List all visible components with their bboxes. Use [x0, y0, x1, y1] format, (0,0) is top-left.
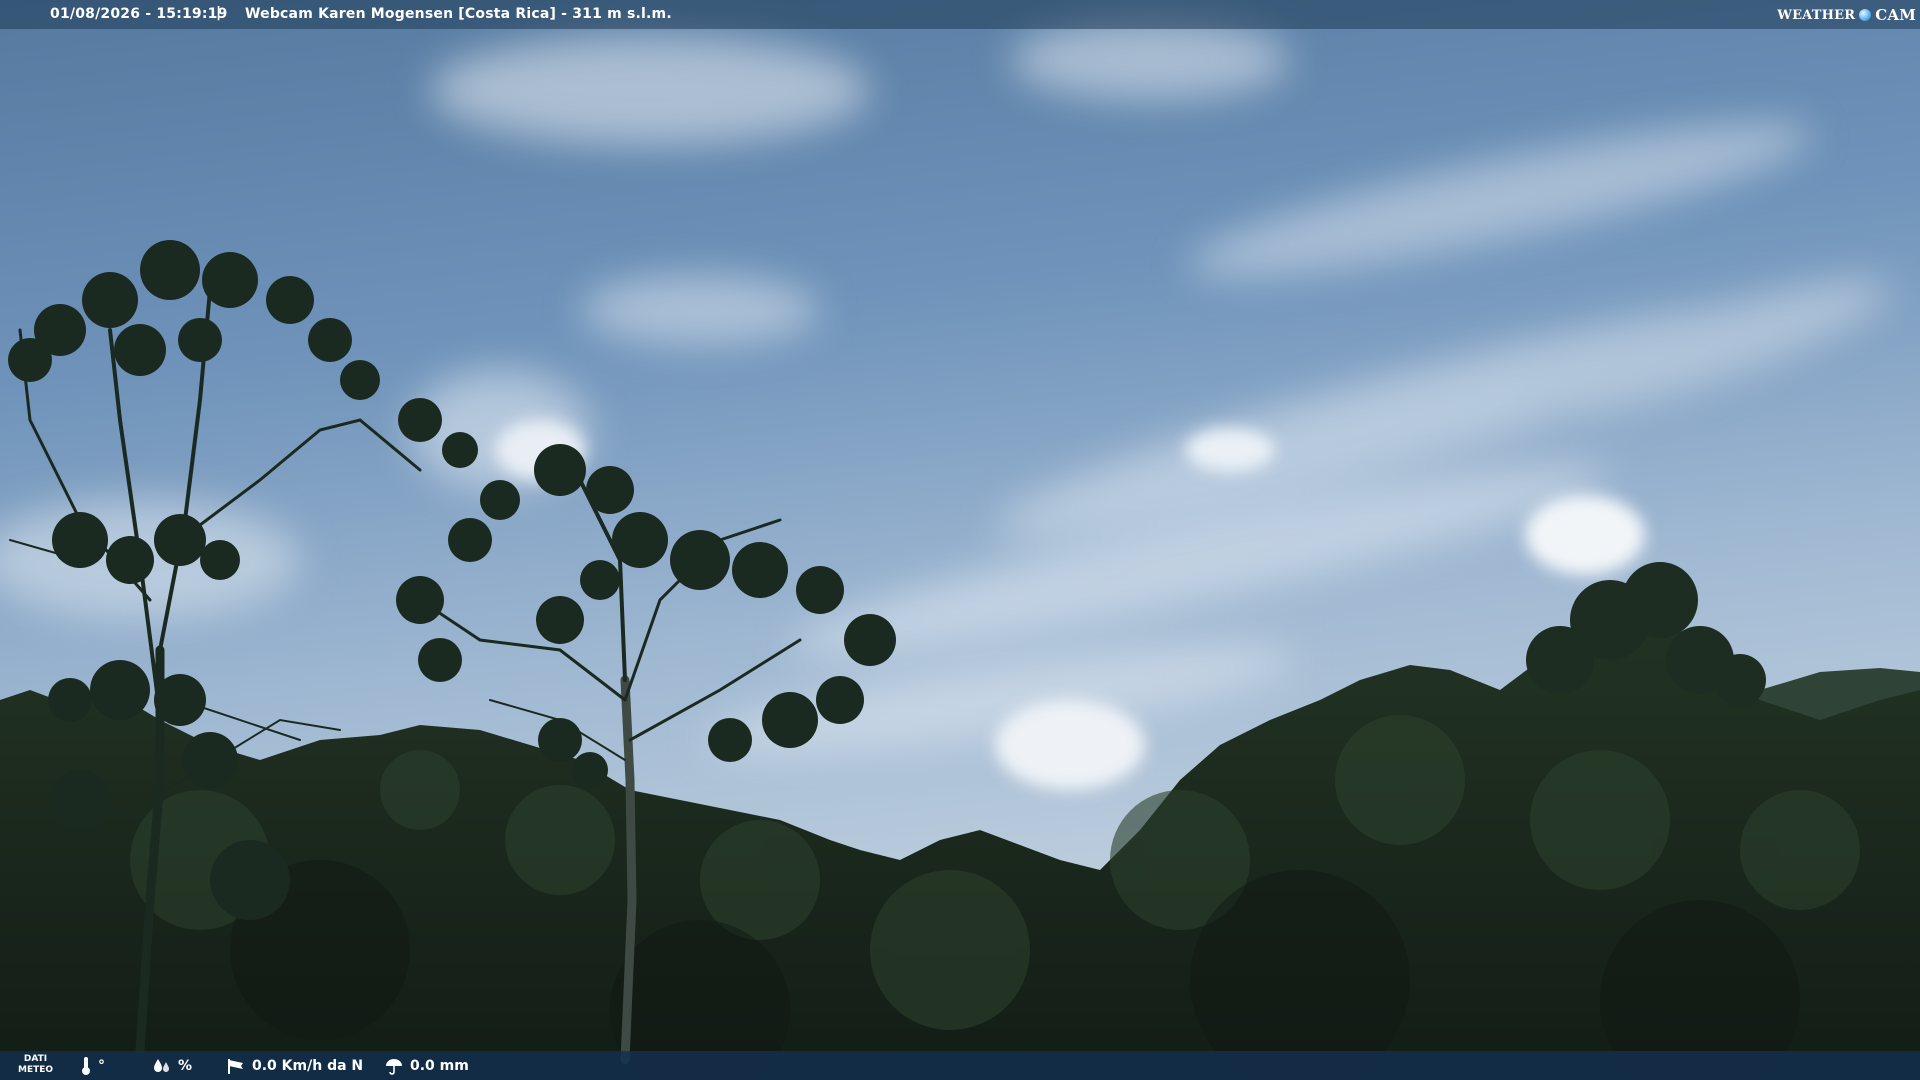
rain-value: 0.0 mm	[410, 1057, 469, 1074]
weather-label-line2: METEO	[18, 1065, 54, 1075]
webcam-title: Webcam Karen Mogensen [Costa Rica] - 311…	[245, 6, 672, 22]
wind-sock-icon	[228, 1058, 243, 1074]
wind-reading: 0.0 Km/h da N	[226, 1051, 363, 1080]
webcam-frame: 01/08/2026 - 15:19:19 | Webcam Karen Mog…	[0, 0, 1920, 1080]
weather-data-label: DATI METEO	[18, 1054, 53, 1076]
top-info-bar: 01/08/2026 - 15:19:19 | Webcam Karen Mog…	[0, 0, 1920, 29]
weather-data-bar: DATI METEO ° % 0.0 Km/h da N 0.0 mm	[0, 1051, 1920, 1080]
timestamp: 01/08/2026 - 15:19:19	[50, 6, 228, 22]
rain-umbrella-icon	[386, 1058, 402, 1075]
weathercam-logo: WEATHER CAM	[1777, 4, 1916, 26]
weather-label-line1: DATI	[23, 1054, 48, 1064]
webcam-image	[0, 0, 1920, 1080]
humidity-reading: %	[152, 1051, 192, 1080]
rain-reading: 0.0 mm	[384, 1051, 469, 1080]
humidity-drops-icon	[154, 1058, 169, 1072]
logo-word-weather: WEATHER	[1777, 7, 1856, 23]
humidity-unit: %	[178, 1057, 193, 1074]
logo-globe-icon	[1859, 9, 1872, 21]
wind-value: 0.0 Km/h da N	[252, 1057, 364, 1074]
thermometer-icon	[82, 1056, 90, 1075]
logo-word-cam: CAM	[1875, 6, 1916, 24]
temperature-unit: °	[98, 1057, 105, 1074]
temperature-reading: °	[80, 1051, 105, 1080]
separator: |	[216, 5, 222, 21]
